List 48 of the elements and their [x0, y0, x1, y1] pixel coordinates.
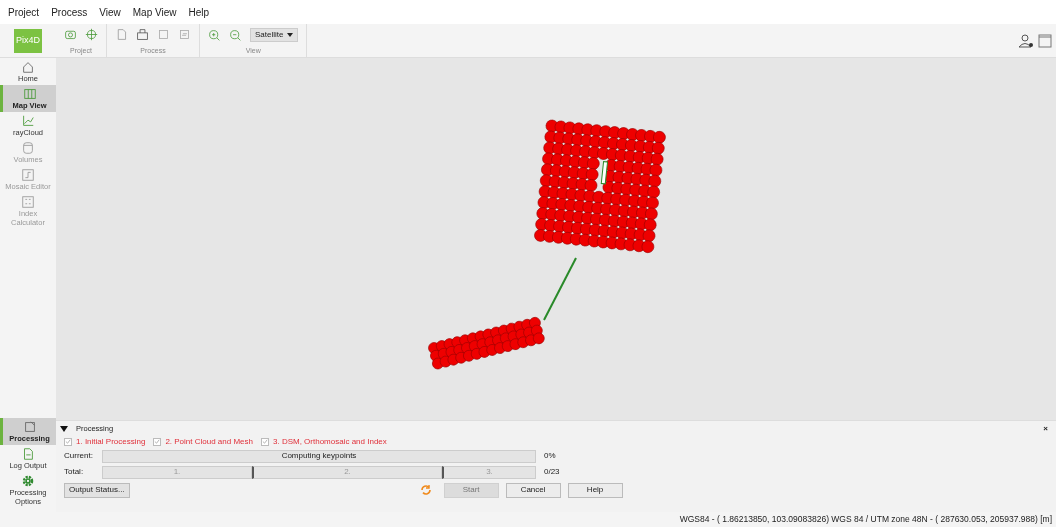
- menu-item[interactable]: Process: [51, 4, 88, 20]
- map-icon: [22, 87, 37, 101]
- row-label: Current:: [64, 450, 94, 462]
- checkmark-icon: [65, 438, 71, 445]
- calculator-icon: [21, 195, 35, 209]
- app-logo: Pix4D: [14, 28, 42, 53]
- progress-bar: Computing keypoints: [102, 449, 536, 463]
- zoom-out-icon[interactable]: [229, 28, 242, 42]
- coordinates-status: WGS84 - ( 1.86213850, 103.09083826) WGS 84 / UTM zone 48N - ( 287630.053, 205937.988) [m]: [679, 513, 1052, 526]
- progress-segment: 1.: [102, 465, 252, 479]
- square-icon[interactable]: [157, 28, 170, 41]
- step-checkbox[interactable]: 3. DSM, Orthomosaic and Index: [261, 435, 387, 448]
- crosshair-icon[interactable]: [85, 28, 98, 41]
- map-canvas[interactable]: [56, 58, 1056, 420]
- row-label: Total:: [64, 466, 85, 478]
- caret-icon: [287, 33, 294, 37]
- user-icon[interactable]: [1018, 33, 1034, 48]
- menu-item[interactable]: View: [99, 4, 121, 20]
- menu-item[interactable]: Project: [8, 4, 40, 20]
- menu-item[interactable]: Help: [188, 4, 210, 20]
- folder-icon[interactable]: [136, 28, 149, 41]
- output-status-button[interactable]: Output Status...: [64, 482, 130, 498]
- gear-icon: [21, 474, 35, 488]
- home-icon: [21, 60, 35, 74]
- cylinder-icon: [21, 141, 35, 155]
- menu-item[interactable]: Map View: [132, 4, 177, 20]
- step-checkbox[interactable]: 2. Point Cloud and Mesh: [153, 435, 253, 448]
- close-button[interactable]: ×: [1043, 423, 1052, 435]
- action-button[interactable]: Cancel: [505, 482, 561, 498]
- collapse-icon[interactable]: [60, 426, 68, 432]
- progress-segment: 3.: [442, 465, 536, 479]
- log-file-icon: [21, 447, 35, 461]
- zoom-in-icon[interactable]: [208, 28, 221, 42]
- checkmark-icon: [262, 438, 268, 445]
- basemap-dropdown[interactable]: Satellite: [250, 28, 299, 42]
- progress-segment: 2.: [252, 465, 442, 479]
- document-icon[interactable]: [115, 28, 128, 41]
- refresh-icon[interactable]: [419, 484, 432, 496]
- checkmark-icon: [154, 438, 161, 445]
- mosaic-icon: [21, 168, 35, 182]
- progress-reading: 0%: [543, 450, 556, 462]
- step-checkbox[interactable]: 1. Initial Processing: [64, 435, 146, 448]
- document-edit-icon: [22, 420, 37, 434]
- chart-icon: [21, 114, 35, 128]
- action-button[interactable]: Help: [567, 482, 623, 498]
- window-icon[interactable]: [1038, 33, 1052, 48]
- camera-icon[interactable]: [64, 28, 77, 41]
- progress-reading: 0/23: [543, 466, 560, 478]
